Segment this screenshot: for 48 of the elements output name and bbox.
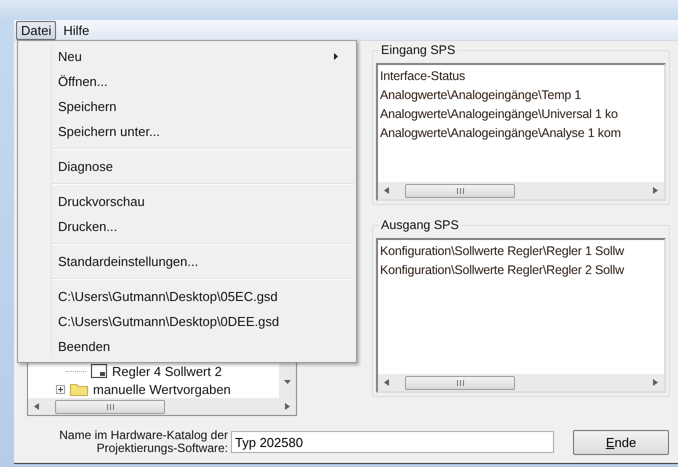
tree-item[interactable]: manuelle Wertvorgaben: [93, 382, 231, 396]
menu-item[interactable]: Hilfe: [58, 20, 94, 40]
field-label: Name im Hardware-Katalog der Projektierungs-Software:: [58, 429, 228, 455]
menu-option[interactable]: Diagnose: [20, 154, 354, 179]
list-item[interactable]: Analogwerte\Analogeingänge\Analyse 1 kom: [380, 124, 664, 143]
expand-icon[interactable]: [56, 384, 65, 394]
list-box[interactable]: Interface-Status Analogwerte\Analogeingänge\Temp 1 Analogwerte\Analogeingänge\Universal 1 ko Analogwerte\Analogeingänge\Analyse 1 kom: [376, 63, 666, 201]
down-arrow-icon[interactable]: [284, 380, 291, 384]
list-box[interactable]: Konfiguration\Sollwerte Regler\Regler 1 Sollw Konfiguration\Sollwerte Regler\Regler 2 Sollw: [376, 238, 666, 393]
list-item[interactable]: Analogwerte\Analogeingänge\Universal 1 ko: [380, 105, 664, 124]
scrollbar[interactable]: [378, 182, 664, 199]
menu-option[interactable]: Neu: [20, 44, 354, 69]
menu-option[interactable]: Speichern: [20, 94, 354, 119]
menu-option[interactable]: Druckvorschau: [20, 189, 354, 214]
end-button[interactable]: Ende: [573, 430, 669, 454]
menu-option[interactable]: Beenden: [20, 334, 354, 359]
document-icon: [91, 364, 107, 378]
menu-option[interactable]: Speichern unter...: [20, 119, 354, 144]
grip-icon: [456, 188, 464, 194]
left-arrow-icon[interactable]: [384, 187, 389, 194]
menu-option[interactable]: Öffnen...: [20, 69, 354, 94]
tree-item[interactable]: Regler 4 Sollwert 2: [112, 364, 222, 378]
group-title: Eingang SPS: [379, 43, 458, 57]
menu-option[interactable]: C:\Users\Gutmann\Desktop\05EC.gsd: [20, 284, 354, 309]
scroll-thumb[interactable]: [405, 376, 515, 390]
right-arrow-icon[interactable]: [285, 403, 290, 410]
scroll-thumb[interactable]: [405, 184, 515, 198]
left-arrow-icon[interactable]: [34, 403, 39, 410]
input-field[interactable]: Typ 202580: [231, 431, 554, 453]
menu-item[interactable]: Datei: [16, 20, 56, 40]
right-arrow-icon[interactable]: [653, 187, 658, 194]
scrollbar[interactable]: [378, 374, 664, 391]
scroll-thumb[interactable]: [55, 400, 165, 414]
scrollbar[interactable]: [28, 398, 296, 415]
left-arrow-icon[interactable]: [384, 379, 389, 386]
menu-option[interactable]: C:\Users\Gutmann\Desktop\0DEE.gsd: [20, 309, 354, 334]
folder-icon: [70, 382, 88, 396]
list-item[interactable]: Analogwerte\Analogeingänge\Temp 1: [380, 86, 664, 105]
submenu-arrow-icon: [334, 53, 338, 60]
grip-icon: [456, 380, 464, 386]
right-arrow-icon[interactable]: [653, 379, 658, 386]
grip-icon: [106, 404, 114, 410]
group-title: Ausgang SPS: [379, 218, 461, 232]
list-item[interactable]: Konfiguration\Sollwerte Regler\Regler 1 Sollw: [380, 242, 664, 261]
list-item[interactable]: Interface-Status: [380, 67, 664, 86]
menu-option[interactable]: Standardeinstellungen...: [20, 249, 354, 274]
menu-option[interactable]: Drucken...: [20, 214, 354, 239]
list-item[interactable]: Konfiguration\Sollwerte Regler\Regler 2 Sollw: [380, 261, 664, 280]
